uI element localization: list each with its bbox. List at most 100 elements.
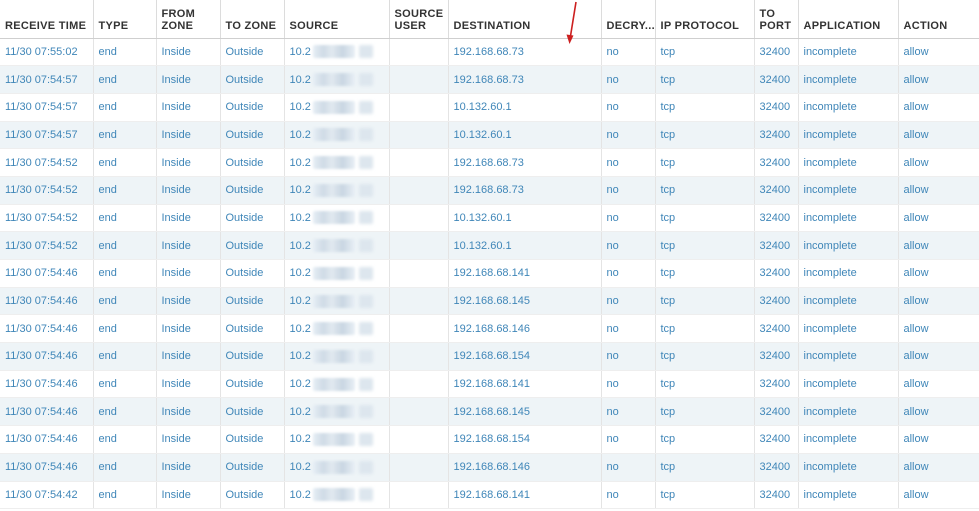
column-header-destination[interactable]: DESTINATION (448, 0, 602, 39)
cell-decrypted[interactable]: no (601, 204, 656, 233)
cell-type[interactable]: end (93, 425, 157, 454)
cell-receive-time[interactable]: 11/30 07:54:52 (0, 176, 94, 205)
cell-to-zone[interactable]: Outside (220, 453, 285, 482)
column-header-to-zone[interactable]: TO ZONE (220, 0, 285, 39)
table-row[interactable]: 11/30 07:54:57 end Inside Outside 10.2 10.132… (0, 121, 979, 150)
cell-to-port[interactable]: 32400 (754, 287, 799, 316)
cell-application[interactable]: incomplete (798, 148, 899, 177)
cell-destination[interactable]: 192.168.68.73 (448, 148, 602, 177)
cell-destination[interactable]: 192.168.68.73 (448, 65, 602, 94)
cell-to-port[interactable]: 32400 (754, 38, 799, 67)
cell-to-zone[interactable]: Outside (220, 148, 285, 177)
table-row[interactable]: 11/30 07:54:57 end Inside Outside 10.2 192.16… (0, 65, 979, 94)
cell-action[interactable]: allow (898, 397, 979, 427)
cell-action[interactable]: allow (898, 370, 979, 399)
cell-ip-protocol[interactable]: tcp (655, 425, 755, 454)
cell-from-zone[interactable]: Inside (156, 176, 221, 205)
cell-destination[interactable]: 192.168.68.141 (448, 370, 602, 399)
column-header-source[interactable]: SOURCE (284, 0, 390, 39)
cell-source[interactable]: 10.2 (284, 93, 390, 122)
cell-ip-protocol[interactable]: tcp (655, 204, 755, 233)
cell-destination[interactable]: 192.168.68.73 (448, 176, 602, 205)
cell-ip-protocol[interactable]: tcp (655, 287, 755, 316)
cell-action[interactable]: allow (898, 287, 979, 316)
cell-decrypted[interactable]: no (601, 370, 656, 399)
source-address[interactable]: 10.2 (290, 156, 373, 170)
source-address[interactable]: 10.2 (290, 266, 373, 280)
table-row[interactable]: 11/30 07:54:46 end Inside Outside 10.2 192.16… (0, 370, 979, 399)
table-row[interactable]: 11/30 07:54:57 end Inside Outside 10.2 10.132… (0, 93, 979, 122)
cell-from-zone[interactable]: Inside (156, 231, 221, 260)
cell-action[interactable]: allow (898, 93, 979, 122)
table-row[interactable]: 11/30 07:54:46 end Inside Outside 10.2 192.16… (0, 259, 979, 288)
source-address[interactable]: 10.2 (290, 128, 373, 142)
cell-type[interactable]: end (93, 314, 157, 344)
cell-action[interactable]: allow (898, 65, 979, 94)
cell-source[interactable]: 10.2 (284, 148, 390, 177)
cell-decrypted[interactable]: no (601, 481, 656, 510)
cell-receive-time[interactable]: 11/30 07:54:46 (0, 342, 94, 371)
column-header-ip-protocol[interactable]: IP PROTOCOL (655, 0, 755, 39)
cell-from-zone[interactable]: Inside (156, 314, 221, 344)
cell-action[interactable]: allow (898, 259, 979, 288)
cell-receive-time[interactable]: 11/30 07:54:57 (0, 65, 94, 94)
cell-decrypted[interactable]: no (601, 176, 656, 205)
cell-decrypted[interactable]: no (601, 121, 656, 150)
cell-from-zone[interactable]: Inside (156, 148, 221, 177)
source-address[interactable]: 10.2 (290, 349, 373, 363)
cell-receive-time[interactable]: 11/30 07:54:46 (0, 397, 94, 427)
cell-action[interactable]: allow (898, 425, 979, 454)
cell-from-zone[interactable]: Inside (156, 65, 221, 94)
cell-decrypted[interactable]: no (601, 65, 656, 94)
cell-from-zone[interactable]: Inside (156, 38, 221, 67)
cell-type[interactable]: end (93, 453, 157, 482)
table-row[interactable]: 11/30 07:54:46 end Inside Outside 10.2 192.16… (0, 287, 979, 316)
cell-from-zone[interactable]: Inside (156, 259, 221, 288)
cell-source[interactable]: 10.2 (284, 231, 390, 260)
cell-from-zone[interactable]: Inside (156, 453, 221, 482)
column-header-action[interactable]: ACTION (898, 0, 979, 39)
column-header-receive-time[interactable]: RECEIVE TIME (0, 0, 94, 39)
source-address[interactable]: 10.2 (290, 460, 373, 474)
cell-source[interactable]: 10.2 (284, 314, 390, 344)
cell-type[interactable]: end (93, 287, 157, 316)
cell-to-port[interactable]: 32400 (754, 481, 799, 510)
cell-to-zone[interactable]: Outside (220, 314, 285, 344)
cell-application[interactable]: incomplete (798, 342, 899, 371)
cell-type[interactable]: end (93, 397, 157, 427)
source-address[interactable]: 10.2 (290, 45, 373, 59)
cell-to-port[interactable]: 32400 (754, 342, 799, 371)
cell-ip-protocol[interactable]: tcp (655, 342, 755, 371)
cell-to-zone[interactable]: Outside (220, 287, 285, 316)
cell-source[interactable]: 10.2 (284, 65, 390, 94)
cell-receive-time[interactable]: 11/30 07:54:52 (0, 231, 94, 260)
cell-action[interactable]: allow (898, 148, 979, 177)
cell-receive-time[interactable]: 11/30 07:54:46 (0, 425, 94, 454)
cell-application[interactable]: incomplete (798, 370, 899, 399)
cell-to-port[interactable]: 32400 (754, 425, 799, 454)
cell-action[interactable]: allow (898, 38, 979, 67)
cell-source[interactable]: 10.2 (284, 425, 390, 454)
cell-ip-protocol[interactable]: tcp (655, 314, 755, 344)
cell-receive-time[interactable]: 11/30 07:55:02 (0, 38, 94, 67)
cell-type[interactable]: end (93, 93, 157, 122)
cell-destination[interactable]: 10.132.60.1 (448, 121, 602, 150)
cell-to-zone[interactable]: Outside (220, 231, 285, 260)
cell-application[interactable]: incomplete (798, 38, 899, 67)
table-row[interactable]: 11/30 07:54:46 end Inside Outside 10.2 192.16… (0, 425, 979, 454)
cell-from-zone[interactable]: Inside (156, 204, 221, 233)
cell-to-port[interactable]: 32400 (754, 231, 799, 260)
cell-action[interactable]: allow (898, 231, 979, 260)
cell-to-zone[interactable]: Outside (220, 342, 285, 371)
cell-decrypted[interactable]: no (601, 287, 656, 316)
cell-application[interactable]: incomplete (798, 314, 899, 344)
cell-to-zone[interactable]: Outside (220, 370, 285, 399)
cell-application[interactable]: incomplete (798, 121, 899, 150)
cell-destination[interactable]: 192.168.68.73 (448, 38, 602, 67)
cell-destination[interactable]: 10.132.60.1 (448, 231, 602, 260)
source-address[interactable]: 10.2 (290, 405, 373, 419)
cell-receive-time[interactable]: 11/30 07:54:46 (0, 453, 94, 482)
cell-decrypted[interactable]: no (601, 148, 656, 177)
cell-decrypted[interactable]: no (601, 38, 656, 67)
table-row[interactable]: 11/30 07:54:42 end Inside Outside 10.2 192.16… (0, 481, 979, 510)
